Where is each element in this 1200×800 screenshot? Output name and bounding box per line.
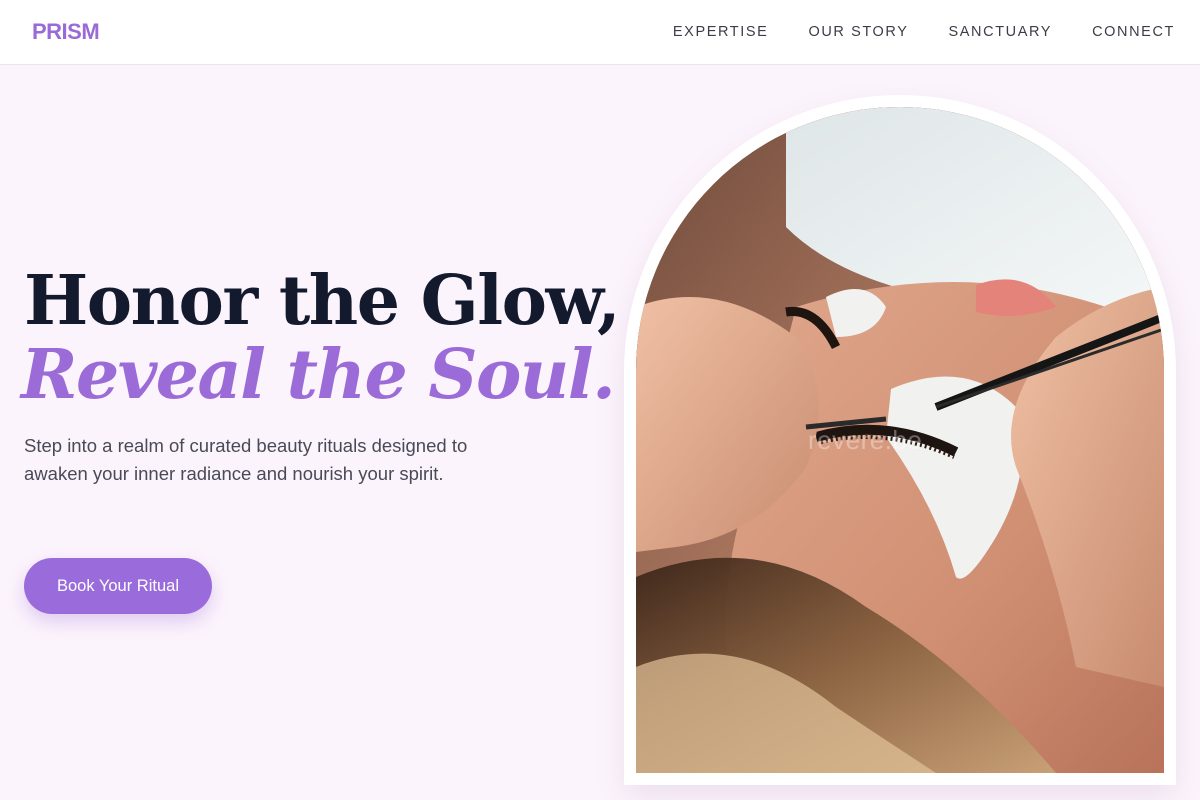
nav-link-expertise[interactable]: EXPERTISE	[673, 24, 769, 40]
brand-logo[interactable]: PRISM	[32, 19, 100, 45]
nav-link-connect[interactable]: CONNECT	[1092, 24, 1175, 40]
book-ritual-button[interactable]: Book Your Ritual	[24, 558, 212, 614]
hero-subtitle: Step into a realm of curated beauty ritu…	[24, 435, 468, 484]
hero-image-frame: revere.be	[624, 95, 1176, 785]
image-watermark: revere.be	[808, 425, 923, 455]
hero-headline: Honor the Glow, Reveal the Soul.	[21, 261, 621, 415]
top-navbar: PRISM EXPERTISE OUR STORY SANCTUARY CONN…	[0, 0, 1200, 65]
eyelash-extension-photo: revere.be	[636, 107, 1164, 773]
hero-text-block: Honor the Glow, Reveal the Soul. Step in…	[21, 261, 621, 488]
headline-line-primary: Honor the Glow,	[24, 261, 621, 341]
nav-link-our-story[interactable]: OUR STORY	[808, 24, 908, 40]
primary-nav: EXPERTISE OUR STORY SANCTUARY CONNECT	[673, 24, 1175, 40]
nav-link-sanctuary[interactable]: SANCTUARY	[949, 24, 1053, 40]
headline-line-accent: Reveal the Soul.	[21, 335, 616, 415]
